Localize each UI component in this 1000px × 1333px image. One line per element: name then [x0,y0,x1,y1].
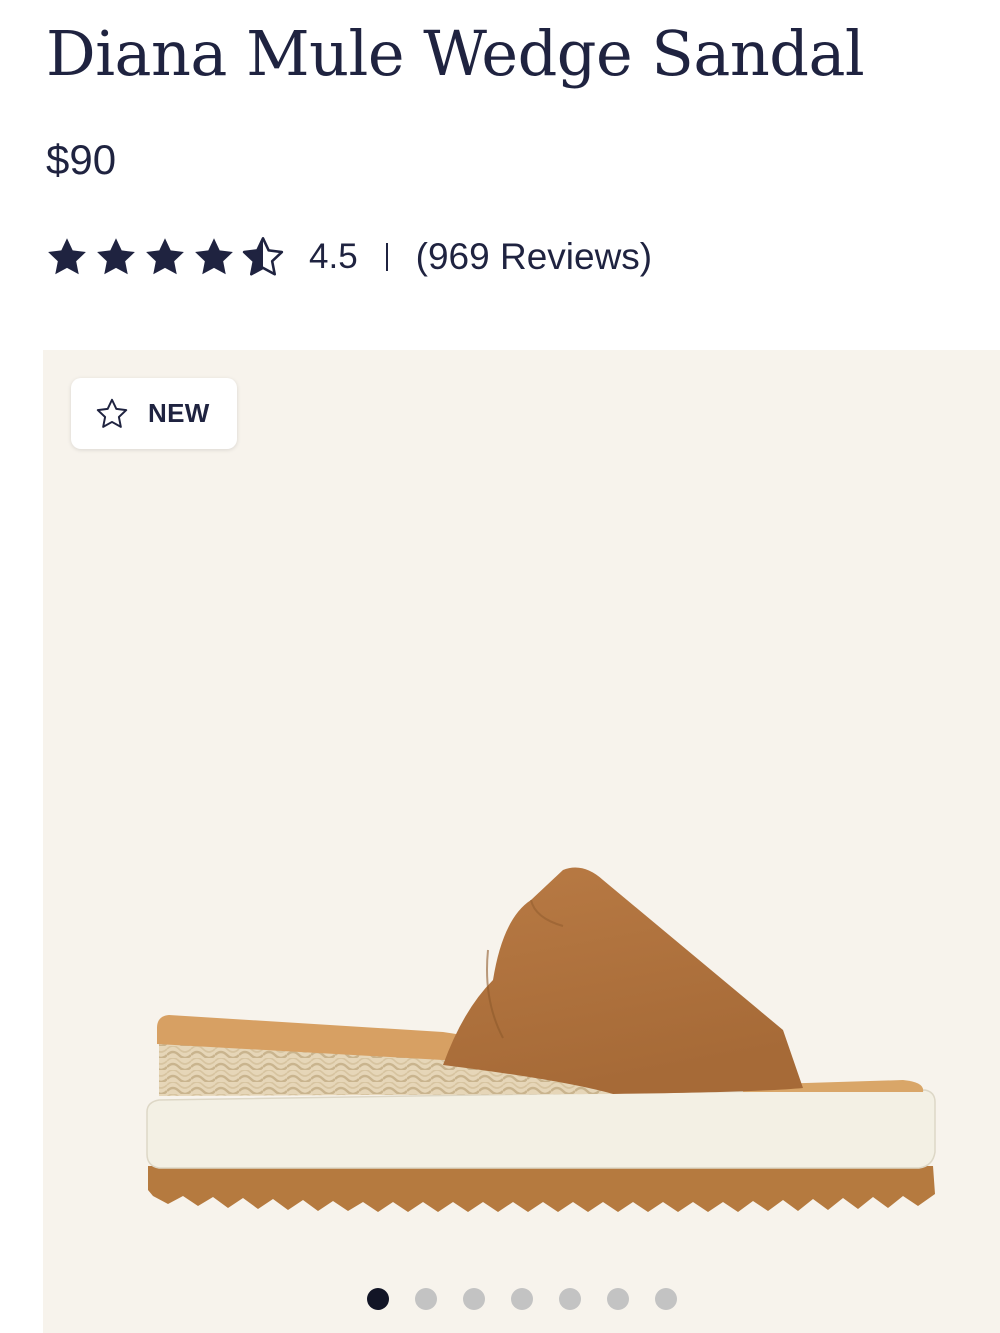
product-image[interactable] [143,830,943,1230]
star-outline-icon [96,398,128,428]
product-title: Diana Mule Wedge Sandal [46,17,865,90]
carousel-indicators [43,1288,1000,1310]
rating-summary: 4.5 (969 Reviews) [44,232,652,282]
star-full-icon [195,238,233,275]
star-full-icon [146,238,184,275]
carousel-dot-1[interactable] [366,1288,389,1310]
star-full-icon [97,238,135,275]
star-rating [44,235,289,279]
product-price: $90 [46,136,117,183]
carousel-dot-6[interactable] [606,1288,629,1310]
star-half-icon [242,237,284,276]
carousel-dot-4[interactable] [510,1288,533,1310]
carousel-dot-7[interactable] [654,1288,677,1310]
star-full-icon [48,238,86,275]
rating-divider [385,243,388,271]
new-badge: NEW [71,378,237,449]
rating-value: 4.5 [309,237,358,276]
carousel-dot-3[interactable] [462,1288,485,1310]
new-badge-label: NEW [148,398,210,428]
product-image-gallery[interactable]: NEW [43,350,1000,1333]
reviews-count-link[interactable]: (969 Reviews) [416,236,652,278]
carousel-dot-2[interactable] [414,1288,437,1310]
carousel-dot-5[interactable] [558,1288,581,1310]
